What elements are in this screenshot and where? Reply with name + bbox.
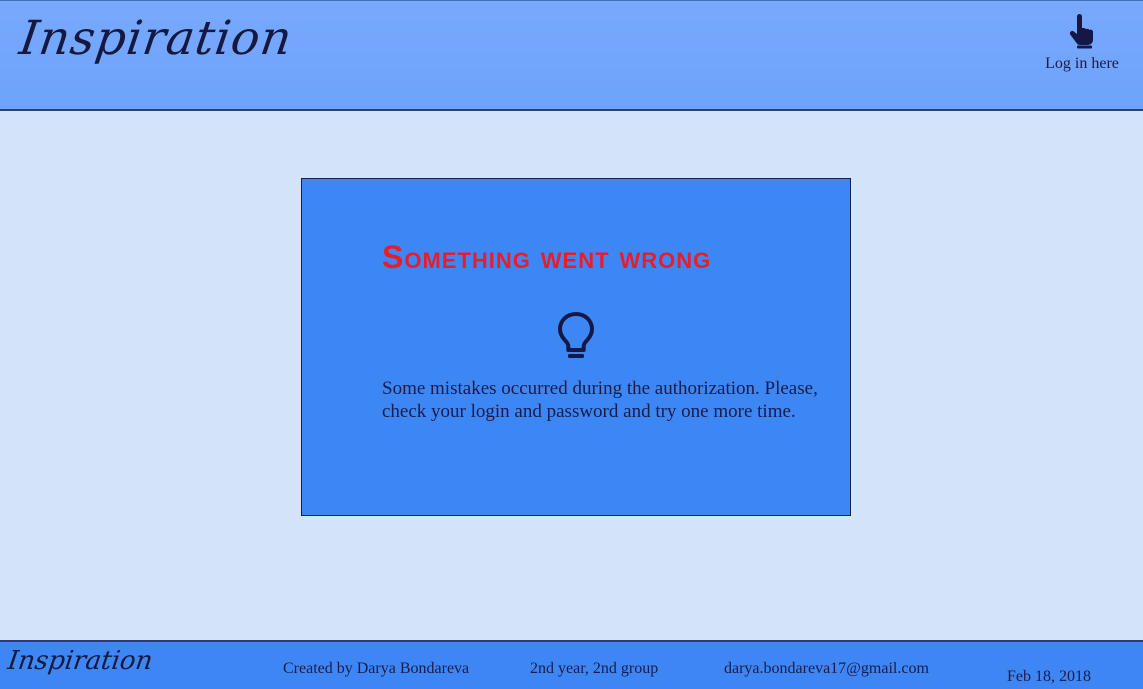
login-label: Log in here	[1045, 55, 1119, 72]
footer-email-link[interactable]: darya.bondareva17@gmail.com	[724, 660, 929, 678]
error-title: Something went wrong	[382, 239, 712, 275]
error-card: Something went wrong Some mistakes occur…	[301, 178, 851, 516]
hand-pointer-icon	[1069, 14, 1093, 49]
site-logo[interactable]: Inspiration	[16, 11, 296, 66]
footer-author: Created by Darya Bondareva	[283, 660, 470, 677]
login-link[interactable]: Log in here	[1041, 13, 1123, 83]
page-header: Inspiration Log in here	[0, 0, 1143, 111]
error-message: Some mistakes occurred during the author…	[382, 378, 818, 422]
lightbulb-icon	[558, 312, 594, 358]
footer-logo[interactable]: Inspiration	[6, 646, 155, 676]
footer-date: Feb 18, 2018	[1007, 668, 1091, 685]
page-footer: Inspiration Created by Darya Bondareva 2…	[0, 640, 1143, 689]
footer-group: 2nd year, 2nd group	[530, 660, 659, 677]
